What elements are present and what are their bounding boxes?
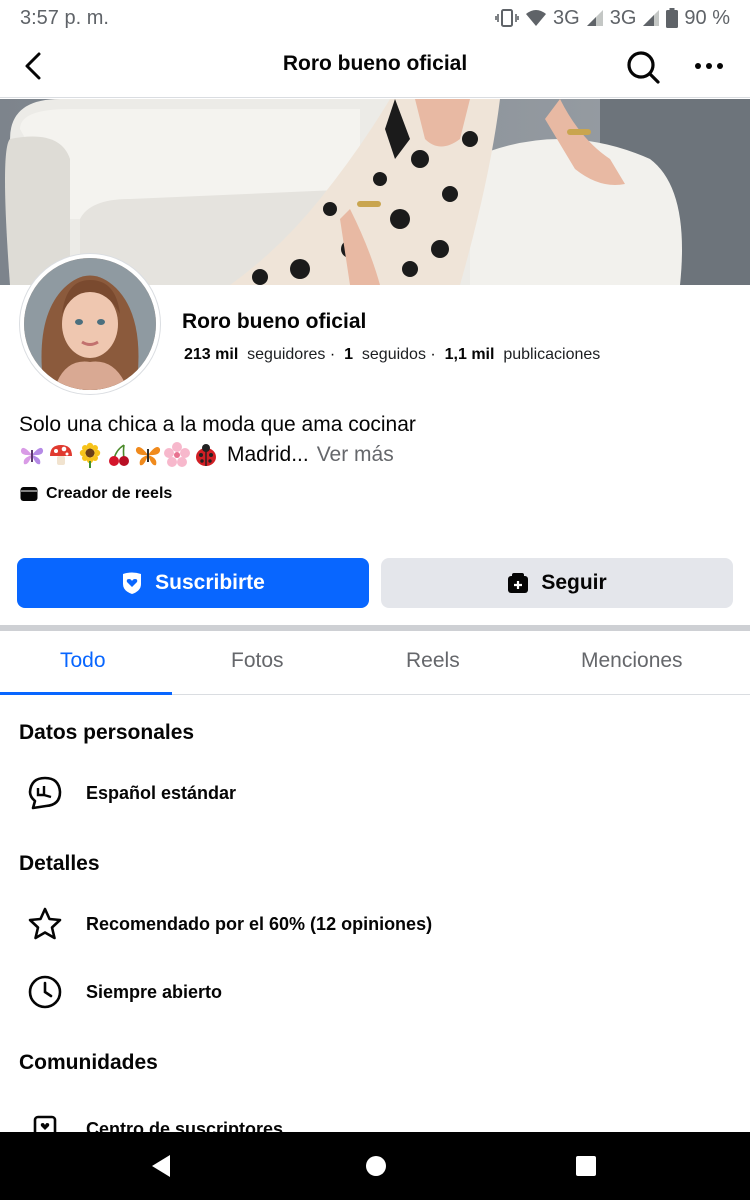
recommendation-text: Recomendado por el 60% (12 opiniones) xyxy=(86,913,433,934)
butterfly-pink-icon xyxy=(20,447,44,465)
following-count[interactable]: 1 xyxy=(344,346,353,363)
signal-icon-2 xyxy=(643,10,660,26)
nav-recents-icon[interactable] xyxy=(572,1152,600,1180)
system-nav-bar xyxy=(0,1132,750,1200)
reels-icon xyxy=(20,487,38,501)
bio-location-text: Madrid... xyxy=(227,443,309,466)
status-time: 3:57 p. m. xyxy=(20,6,109,29)
hours-row[interactable]: Siempre abierto xyxy=(26,973,222,1011)
bio-line-2: Madrid... Ver más xyxy=(19,440,416,470)
following-label[interactable]: seguidos xyxy=(362,346,426,363)
subscribe-badge-icon xyxy=(123,572,142,594)
more-options-icon[interactable] xyxy=(692,50,726,82)
creator-badge: Creador de reels xyxy=(20,485,172,503)
wifi-icon xyxy=(526,10,547,26)
subscribe-label: Suscribirte xyxy=(155,571,265,594)
tab-fotos[interactable]: Fotos xyxy=(231,649,284,673)
profile-bio: Solo una chica a la moda que ama cocinar xyxy=(19,410,416,470)
bio-line-1: Solo una chica a la moda que ama cocinar xyxy=(19,413,416,436)
network-label-2: 3G xyxy=(609,6,637,29)
mushroom-icon xyxy=(50,445,72,465)
app-header: Roro bueno oficial xyxy=(0,36,750,98)
stat-separator: · xyxy=(329,346,336,363)
battery-level: 90 % xyxy=(684,6,730,29)
follow-button[interactable]: Seguir xyxy=(381,558,733,608)
clock-icon xyxy=(28,975,62,1009)
nav-back-icon[interactable] xyxy=(148,1152,176,1180)
follow-label: Seguir xyxy=(541,571,607,594)
active-tab-indicator xyxy=(0,692,172,695)
creator-label: Creador de reels xyxy=(46,485,173,502)
section-title-details: Detalles xyxy=(19,852,100,875)
posts-label: publicaciones xyxy=(503,346,601,363)
sunflower-icon xyxy=(79,442,101,468)
profile-name: Roro bueno oficial xyxy=(182,310,367,333)
butterfly-orange-icon xyxy=(135,447,161,466)
nav-home-icon[interactable] xyxy=(362,1152,390,1180)
profile-avatar[interactable] xyxy=(20,254,160,394)
followers-label[interactable]: seguidores xyxy=(247,346,325,363)
battery-icon xyxy=(666,8,679,28)
hours-text: Siempre abierto xyxy=(86,981,223,1002)
avatar-image xyxy=(24,258,156,390)
profile-tabs: Todo Fotos Reels Menciones xyxy=(0,631,750,695)
section-title-personal: Datos personales xyxy=(19,721,195,744)
status-bar: 3:57 p. m. 3G 3G 90 % xyxy=(0,0,750,36)
stat-separator: · xyxy=(430,346,436,363)
search-icon[interactable] xyxy=(624,48,662,86)
signal-icon-1 xyxy=(586,10,603,26)
language-bubble-icon xyxy=(28,776,62,810)
tab-menciones[interactable]: Menciones xyxy=(581,649,683,673)
bio-emojis xyxy=(19,442,219,468)
recommendation-row[interactable]: Recomendado por el 60% (12 opiniones) xyxy=(26,905,432,943)
follow-icon xyxy=(508,573,529,593)
status-icons: 3G 3G 90 % xyxy=(495,7,730,30)
subscribe-button[interactable]: Suscribirte xyxy=(17,558,369,608)
star-icon xyxy=(28,907,62,940)
section-title-communities: Comunidades xyxy=(19,1051,158,1074)
language-row[interactable]: Español estándar xyxy=(26,774,236,812)
cherries-icon xyxy=(109,444,129,466)
profile-stats: 213 mil seguidores · 1 seguidos · 1,1 mi… xyxy=(184,346,600,364)
vibrate-icon xyxy=(495,9,519,27)
ladybug-icon xyxy=(196,444,216,466)
cherry-blossom-icon xyxy=(164,442,190,467)
posts-count: 1,1 mil xyxy=(444,346,495,363)
see-more-link[interactable]: Ver más xyxy=(317,440,394,470)
language-text: Español estándar xyxy=(86,782,237,803)
network-label-1: 3G xyxy=(553,6,580,29)
tab-reels[interactable]: Reels xyxy=(406,649,460,673)
tab-todo[interactable]: Todo xyxy=(60,649,106,673)
followers-count[interactable]: 213 mil xyxy=(184,346,238,363)
